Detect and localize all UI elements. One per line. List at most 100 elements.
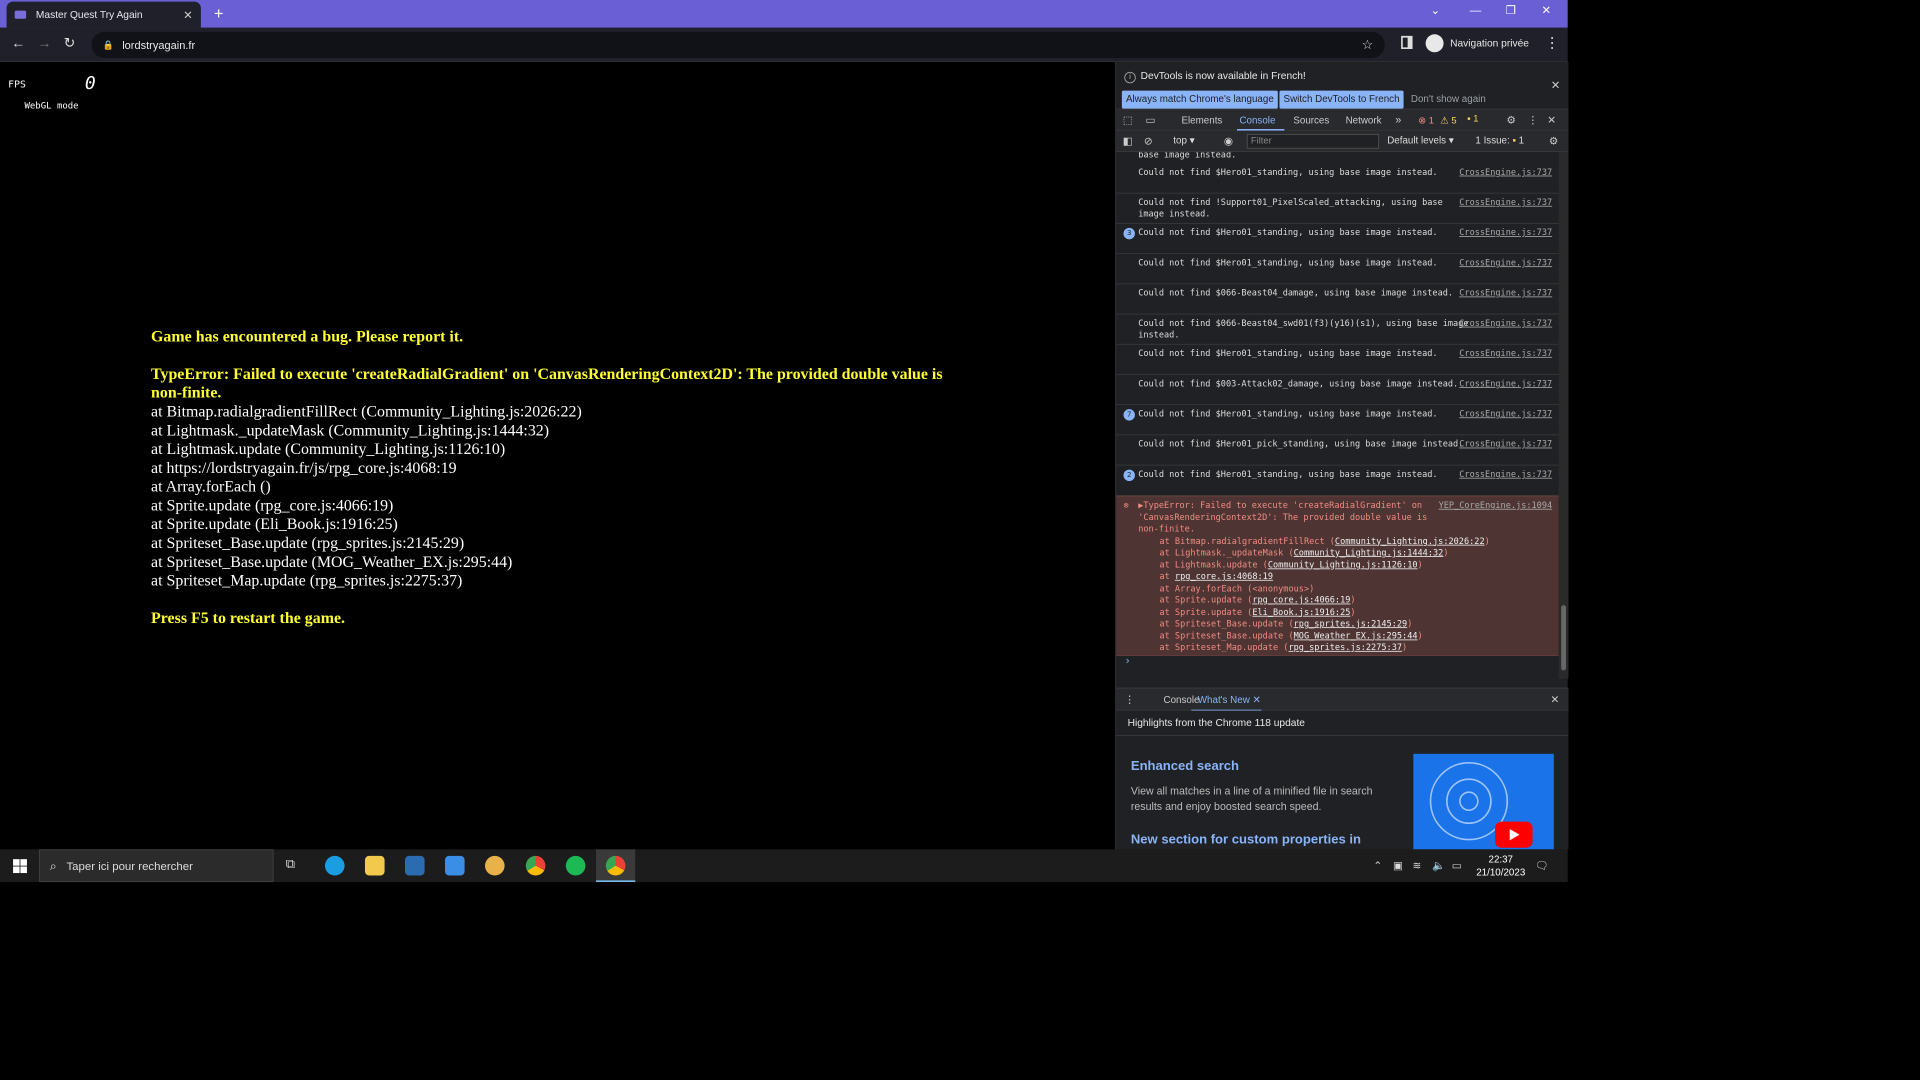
clear-console-icon[interactable]: ⊘ [1144, 135, 1153, 148]
console-message[interactable]: Could not find $Hero01_standing, using b… [1116, 345, 1559, 375]
close-window-button[interactable]: ✕ [1542, 3, 1552, 17]
tab-network[interactable]: Network [1346, 114, 1382, 125]
lock-icon[interactable]: 🔒 [103, 40, 114, 50]
tab-sources[interactable]: Sources [1293, 114, 1329, 125]
stack-frame-link[interactable]: MOG_Weather_EX.js:295:44 [1294, 631, 1418, 641]
sidebar-toggle-icon[interactable]: ◧ [1123, 135, 1133, 148]
address-bar[interactable]: 🔒 lordstryagain.fr ☆ [91, 31, 1385, 58]
minimize-button[interactable]: — [1470, 3, 1481, 16]
error-count-badge[interactable]: ⊗ 1 [1418, 114, 1434, 126]
store-icon[interactable] [404, 855, 425, 876]
dont-show-again-button[interactable]: Don't show again [1407, 91, 1490, 109]
console-error-entry[interactable]: ⊗ YEP_CoreEngine.js:1094 ▶TypeError: Fai… [1116, 495, 1559, 656]
close-devtools-icon[interactable]: ✕ [1547, 114, 1556, 127]
message-source-link[interactable]: CrossEngine.js:737 [1459, 439, 1552, 450]
stack-frame-link[interactable]: rpg_sprites.js:2275:37 [1288, 643, 1402, 653]
close-infobar-icon[interactable]: ✕ [1551, 78, 1561, 92]
close-drawer-icon[interactable]: ✕ [1551, 693, 1560, 706]
error-source-link[interactable]: YEP_CoreEngine.js:1094 [1439, 500, 1553, 512]
chrome-private-taskbar-item[interactable] [596, 849, 636, 883]
console-filter-input[interactable]: Filter [1246, 133, 1380, 149]
stack-frame-link[interactable]: Eli_Book.js:1916:25 [1252, 607, 1350, 617]
taskbar-search-input[interactable]: ⌕ Taper ici pour rechercher [39, 849, 274, 883]
console-message[interactable]: 3 Could not find $Hero01_standing, using … [1116, 224, 1559, 254]
language-icon[interactable]: ▭ [1452, 859, 1462, 872]
network-icon[interactable]: ≋ [1413, 859, 1422, 872]
reload-button[interactable]: ↻ [64, 35, 76, 51]
warning-count-badge[interactable]: ⚠ 5 [1440, 114, 1456, 126]
tray-expand-icon[interactable]: ⌃ [1373, 859, 1382, 872]
new-tab-button[interactable]: + [214, 5, 224, 24]
drawer-tab-whats-new[interactable]: What's New ✕ [1198, 694, 1261, 705]
task-view-icon[interactable]: ⧉ [286, 858, 295, 873]
console-message[interactable]: Could not find $Hero01_standing, using b… [1116, 163, 1559, 194]
next-feature-title[interactable]: New section for custom properties in [1131, 833, 1361, 848]
video-thumbnail[interactable] [1413, 753, 1554, 850]
log-levels-dropdown[interactable]: Default levels ▾ [1387, 135, 1453, 146]
console-message[interactable]: 2 Could not find $Hero01_standing, using … [1116, 466, 1559, 496]
windows-start-icon[interactable] [13, 859, 27, 874]
private-profile-chip[interactable]: Navigation privée [1425, 34, 1529, 53]
scroll-thumb[interactable] [1561, 605, 1567, 671]
bookmark-star-icon[interactable]: ☆ [1362, 37, 1374, 53]
file-explorer-icon[interactable] [364, 855, 385, 876]
more-tabs-icon[interactable]: » [1395, 114, 1401, 126]
console-scrollbar[interactable] [1558, 151, 1569, 679]
drawer-tab-console[interactable]: Console [1164, 694, 1200, 705]
restore-button[interactable]: ❐ [1506, 3, 1516, 17]
message-source-link[interactable]: CrossEngine.js:737 [1459, 257, 1552, 268]
chrome-icon[interactable] [525, 855, 546, 876]
always-match-language-button[interactable]: Always match Chrome's language [1121, 90, 1278, 109]
spotify-icon[interactable] [565, 855, 586, 876]
console-prompt[interactable]: › [1124, 655, 1130, 667]
console-messages[interactable]: base image instead. Could not find $Hero… [1116, 152, 1559, 679]
devtools-menu-icon[interactable]: ⋮ [1528, 114, 1539, 127]
back-button[interactable]: ← [11, 35, 25, 51]
feature-title[interactable]: Enhanced search [1131, 760, 1239, 775]
context-selector[interactable]: top ▾ [1173, 135, 1194, 146]
message-source-link[interactable]: CrossEngine.js:737 [1459, 227, 1552, 238]
message-source-link[interactable]: CrossEngine.js:737 [1459, 167, 1552, 178]
console-message[interactable]: Could not find $Hero01_standing, using b… [1116, 254, 1559, 285]
tray-device-icon[interactable]: ▣ [1393, 859, 1403, 872]
stack-frame-link[interactable]: rpg_sprites.js:2145:29 [1294, 619, 1408, 629]
message-source-link[interactable]: CrossEngine.js:737 [1459, 197, 1552, 208]
stack-frame-link[interactable]: Community_Lighting.js:1444:32 [1294, 548, 1444, 558]
edge-icon[interactable] [324, 855, 345, 876]
taskbar-clock[interactable]: 22:37 21/10/2023 [1476, 853, 1525, 879]
console-message[interactable]: Could not find !Support01_PixelScaled_at… [1116, 194, 1559, 224]
side-panel-icon[interactable] [1401, 35, 1413, 50]
device-toolbar-icon[interactable]: ▭ [1146, 114, 1156, 127]
game-canvas[interactable]: FPS 0 WebGL mode Game has encountered a … [0, 62, 1116, 850]
stack-frame-link[interactable]: Community_Lighting.js:1126:10 [1268, 560, 1418, 570]
console-message[interactable]: 7 Could not find $Hero01_standing, using … [1116, 405, 1559, 436]
tab-elements[interactable]: Elements [1181, 114, 1222, 125]
tab-search-chevron-icon[interactable]: ⌄ [1431, 3, 1441, 17]
youtube-play-icon[interactable] [1495, 821, 1533, 848]
console-message[interactable]: Could not find $066-Beast04_swd01(f3)(y1… [1116, 314, 1559, 345]
close-tab-icon[interactable]: ✕ [183, 8, 193, 22]
forward-button[interactable]: → [38, 35, 52, 51]
console-message[interactable]: Could not find $066-Beast04_damage, usin… [1116, 284, 1559, 315]
mail-icon[interactable] [444, 855, 465, 876]
console-message[interactable]: Could not find $Hero01_pick_standing, us… [1116, 435, 1559, 466]
app-icon[interactable] [485, 855, 505, 876]
stack-frame-link[interactable]: rpg_core.js:4066:19 [1252, 595, 1350, 605]
inspect-element-icon[interactable]: ⬚ [1123, 114, 1133, 127]
drawer-menu-icon[interactable]: ⋮ [1124, 693, 1135, 706]
issues-counter[interactable]: 1 Issue: ▪ 1 [1475, 135, 1524, 146]
settings-gear-icon[interactable]: ⚙ [1506, 114, 1516, 127]
switch-to-french-button[interactable]: Switch DevTools to French [1279, 90, 1404, 109]
issue-count-badge[interactable]: ▪ 1 [1467, 114, 1478, 124]
message-source-link[interactable]: CrossEngine.js:737 [1459, 408, 1552, 419]
message-source-link[interactable]: CrossEngine.js:737 [1459, 348, 1552, 359]
stack-frame-link[interactable]: rpg_core.js:4068:19 [1175, 572, 1273, 582]
close-drawer-tab-icon[interactable]: ✕ [1252, 694, 1260, 705]
console-message[interactable]: Could not find $003-Attack02_damage, usi… [1116, 375, 1559, 406]
stack-frame-link[interactable]: Community_Lighting.js:2026:22 [1335, 536, 1485, 546]
browser-menu-icon[interactable]: ⋮ [1545, 34, 1560, 51]
message-source-link[interactable]: CrossEngine.js:737 [1459, 378, 1552, 389]
tab-console[interactable]: Console [1239, 114, 1275, 125]
live-expression-eye-icon[interactable]: ◉ [1224, 135, 1233, 148]
volume-icon[interactable]: 🔈 [1432, 859, 1445, 872]
